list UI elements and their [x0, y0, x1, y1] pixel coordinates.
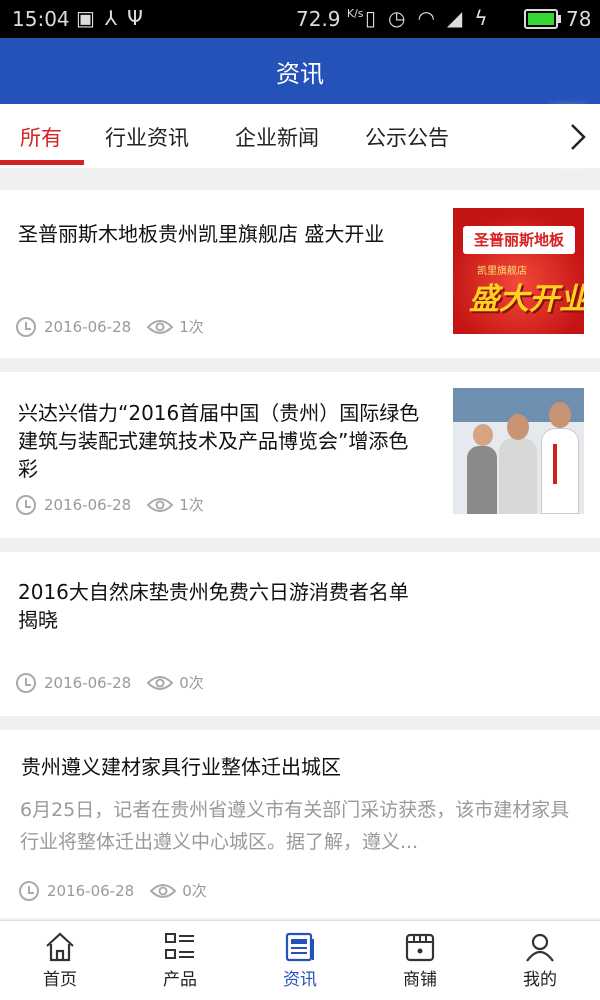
product-list-icon [165, 933, 194, 959]
article-excerpt: 6月25日，记者在贵州省遵义市有关部门采访获悉，该市建材家具行业将整体迁出遵义中… [20, 799, 570, 853]
alarm-icon: ◷ [388, 6, 406, 30]
article-title: 2016大自然床垫贵州免费六日游消费者名单揭晓 [18, 580, 409, 632]
article-meta: 2016-06-28 0次 [16, 672, 204, 693]
signal-icon: ◢ [446, 6, 463, 30]
nav-profile[interactable]: 我的 [480, 921, 600, 1000]
article-card[interactable]: 圣普丽斯木地板贵州凯里旗舰店 盛大开业 圣普丽斯地板 凯里旗舰店 盛大开业 20… [0, 190, 600, 358]
eye-icon [147, 675, 174, 690]
clock-icon [16, 494, 36, 515]
category-tabs: 所有 行业资讯 企业新闻 公示公告 [0, 104, 600, 168]
user-icon [526, 933, 554, 962]
eye-icon [150, 883, 177, 898]
battery-icon [524, 9, 561, 29]
share-icon: ⅄ [104, 6, 118, 30]
active-tab-indicator [0, 160, 84, 165]
tabs-scroll-right-button[interactable] [562, 110, 596, 164]
article-date: 2016-06-28 [44, 317, 132, 336]
article-date: 2016-06-28 [44, 673, 132, 692]
article-views: 1次 [179, 318, 204, 336]
article-card[interactable]: 2016大自然床垫贵州免费六日游消费者名单揭晓 2016-06-28 0次 [0, 552, 600, 716]
nav-news[interactable]: 资讯 [240, 921, 360, 1000]
network-speed: 72.9 K/s [296, 7, 364, 31]
page-title: 资讯 [0, 38, 600, 104]
article-title: 贵州遵义建材家具行业整体迁出城区 [21, 755, 341, 779]
article-date: 2016-06-28 [44, 495, 132, 514]
article-meta: 2016-06-28 1次 [16, 494, 204, 515]
article-meta: 2016-06-28 0次 [19, 880, 207, 901]
gallery-icon: ▣ [76, 6, 95, 30]
clock-icon [16, 316, 36, 337]
nav-products[interactable]: 产品 [120, 921, 240, 1000]
status-time: 15:04 [12, 7, 70, 31]
article-date: 2016-06-28 [47, 881, 135, 900]
news-icon [285, 932, 314, 962]
clock-icon [16, 672, 36, 693]
article-views: 0次 [179, 674, 204, 692]
article-views: 1次 [179, 496, 204, 514]
article-title: 兴达兴借力“2016首届中国（贵州）国际绿色建筑与装配式建筑技术及产品博览会”增… [18, 401, 420, 481]
article-title: 圣普丽斯木地板贵州凯里旗舰店 盛大开业 [18, 222, 385, 246]
tab-company-news[interactable]: 企业新闻 [235, 122, 319, 152]
article-meta: 2016-06-28 1次 [16, 316, 204, 337]
article-thumbnail [453, 388, 584, 514]
status-bar: 15:04 ▣ ⅄ Ψ 72.9 K/s ▯ ◷ ◠ ◢ ϟ 78 [0, 0, 600, 38]
home-icon [46, 932, 74, 962]
nav-shop[interactable]: 商铺 [360, 921, 480, 1000]
tab-announcements[interactable]: 公示公告 [365, 122, 449, 152]
article-thumbnail: 圣普丽斯地板 凯里旗舰店 盛大开业 [453, 208, 584, 334]
nav-home[interactable]: 首页 [0, 921, 120, 1000]
shop-icon [405, 933, 435, 962]
article-views: 0次 [182, 882, 207, 900]
article-card[interactable]: 兴达兴借力“2016首届中国（贵州）国际绿色建筑与装配式建筑技术及产品博览会”增… [0, 372, 600, 538]
wifi-icon: ◠ [417, 6, 435, 30]
eye-icon [147, 497, 174, 512]
tab-industry-news[interactable]: 行业资讯 [105, 122, 189, 152]
bottom-navigation: 首页 产品 资讯 商铺 我的 [0, 920, 600, 1000]
chevron-right-icon [571, 124, 586, 150]
usb-icon: Ψ [127, 6, 143, 30]
clock-icon [19, 880, 39, 901]
charging-icon: ϟ [474, 6, 488, 30]
eye-icon [147, 319, 174, 334]
tab-all[interactable]: 所有 [20, 122, 62, 152]
vibrate-icon: ▯ [365, 6, 377, 30]
battery-percent: 78 [566, 7, 592, 31]
article-card[interactable]: 贵州遵义建材家具行业整体迁出城区 6月25日，记者在贵州省遵义市有关部门采访获悉… [0, 730, 600, 918]
